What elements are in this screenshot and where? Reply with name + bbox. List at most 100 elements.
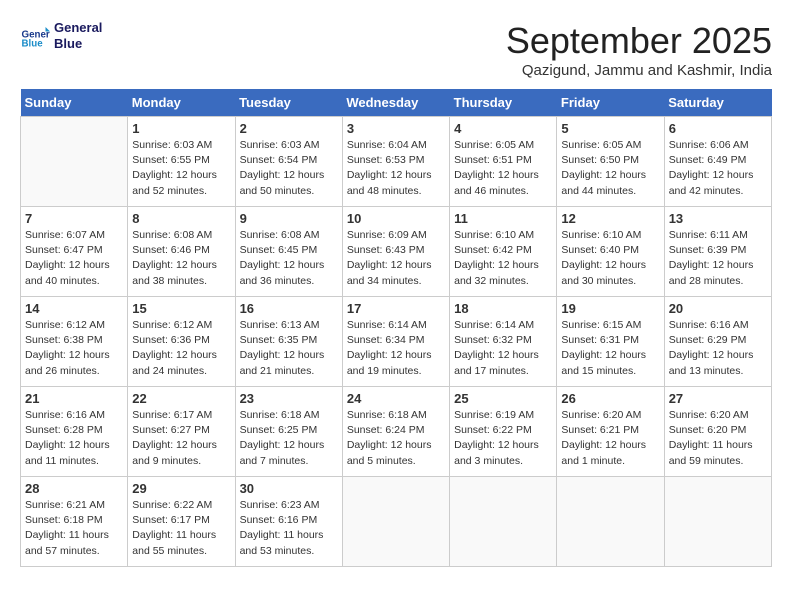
day-info: Sunrise: 6:04 AM Sunset: 6:53 PM Dayligh…: [347, 138, 445, 199]
day-number: 11: [454, 211, 552, 226]
calendar-cell: [342, 477, 449, 567]
day-number: 9: [240, 211, 338, 226]
calendar-week-row: 28Sunrise: 6:21 AM Sunset: 6:18 PM Dayli…: [21, 477, 772, 567]
calendar-cell: 19 Sunrise: 6:15 AM Sunset: 6:31 PM Dayli…: [557, 297, 664, 387]
calendar-cell: 7 Sunrise: 6:07 AM Sunset: 6:47 PM Daylig…: [21, 207, 128, 297]
day-number: 6: [669, 121, 767, 136]
calendar-cell: 1 Sunrise: 6:03 AM Sunset: 6:55 PM Daylig…: [128, 117, 235, 207]
day-number: 20: [669, 301, 767, 316]
calendar-cell: 13 Sunrise: 6:11 AM Sunset: 6:39 PM Dayli…: [664, 207, 771, 297]
calendar-cell: 11 Sunrise: 6:10 AM Sunset: 6:42 PM Dayli…: [450, 207, 557, 297]
calendar-cell: 23 Sunrise: 6:18 AM Sunset: 6:25 PM Dayli…: [235, 387, 342, 477]
day-number: 5: [561, 121, 659, 136]
day-number: 26: [561, 391, 659, 406]
day-info: Sunrise: 6:19 AM Sunset: 6:22 PM Dayligh…: [454, 408, 552, 469]
weekday-header: Thursday: [450, 89, 557, 117]
day-info: Sunrise: 6:07 AM Sunset: 6:47 PM Dayligh…: [25, 228, 123, 289]
calendar-cell: 14Sunrise: 6:12 AM Sunset: 6:38 PM Dayli…: [21, 297, 128, 387]
calendar-cell: 25 Sunrise: 6:19 AM Sunset: 6:22 PM Dayli…: [450, 387, 557, 477]
weekday-header: Tuesday: [235, 89, 342, 117]
day-number: 15: [132, 301, 230, 316]
calendar-cell: 3Sunrise: 6:04 AM Sunset: 6:53 PM Daylig…: [342, 117, 449, 207]
day-info: Sunrise: 6:11 AM Sunset: 6:39 PM Dayligh…: [669, 228, 767, 289]
day-info: Sunrise: 6:12 AM Sunset: 6:36 PM Dayligh…: [132, 318, 230, 379]
day-info: Sunrise: 6:22 AM Sunset: 6:17 PM Dayligh…: [132, 498, 230, 559]
month-title: September 2025: [506, 20, 772, 62]
calendar-cell: 28Sunrise: 6:21 AM Sunset: 6:18 PM Dayli…: [21, 477, 128, 567]
day-info: Sunrise: 6:16 AM Sunset: 6:28 PM Dayligh…: [25, 408, 123, 469]
calendar-cell: [450, 477, 557, 567]
calendar-cell: 5 Sunrise: 6:05 AM Sunset: 6:50 PM Daylig…: [557, 117, 664, 207]
weekday-header: Monday: [128, 89, 235, 117]
day-info: Sunrise: 6:20 AM Sunset: 6:20 PM Dayligh…: [669, 408, 767, 469]
day-info: Sunrise: 6:10 AM Sunset: 6:42 PM Dayligh…: [454, 228, 552, 289]
day-number: 4: [454, 121, 552, 136]
calendar-cell: [664, 477, 771, 567]
day-number: 2: [240, 121, 338, 136]
day-number: 8: [132, 211, 230, 226]
calendar-cell: [557, 477, 664, 567]
calendar-cell: 12 Sunrise: 6:10 AM Sunset: 6:40 PM Dayli…: [557, 207, 664, 297]
day-info: Sunrise: 6:05 AM Sunset: 6:50 PM Dayligh…: [561, 138, 659, 199]
day-number: 28: [25, 481, 123, 496]
day-number: 29: [132, 481, 230, 496]
day-info: Sunrise: 6:12 AM Sunset: 6:38 PM Dayligh…: [25, 318, 123, 379]
day-info: Sunrise: 6:08 AM Sunset: 6:45 PM Dayligh…: [240, 228, 338, 289]
day-number: 23: [240, 391, 338, 406]
day-info: Sunrise: 6:14 AM Sunset: 6:32 PM Dayligh…: [454, 318, 552, 379]
calendar-cell: 10Sunrise: 6:09 AM Sunset: 6:43 PM Dayli…: [342, 207, 449, 297]
svg-text:Blue: Blue: [22, 38, 44, 49]
day-number: 19: [561, 301, 659, 316]
calendar-cell: 9 Sunrise: 6:08 AM Sunset: 6:45 PM Daylig…: [235, 207, 342, 297]
day-number: 21: [25, 391, 123, 406]
logo: General Blue General Blue: [20, 20, 102, 51]
calendar-week-row: 21 Sunrise: 6:16 AM Sunset: 6:28 PM Dayli…: [21, 387, 772, 477]
day-info: Sunrise: 6:18 AM Sunset: 6:25 PM Dayligh…: [240, 408, 338, 469]
title-area: September 2025 Qazigund, Jammu and Kashm…: [506, 20, 772, 79]
logo-line1: General: [54, 20, 102, 36]
calendar-body: 1 Sunrise: 6:03 AM Sunset: 6:55 PM Daylig…: [21, 117, 772, 567]
day-number: 25: [454, 391, 552, 406]
day-info: Sunrise: 6:15 AM Sunset: 6:31 PM Dayligh…: [561, 318, 659, 379]
calendar-cell: 30 Sunrise: 6:23 AM Sunset: 6:16 PM Dayli…: [235, 477, 342, 567]
calendar-cell: 20Sunrise: 6:16 AM Sunset: 6:29 PM Dayli…: [664, 297, 771, 387]
calendar-cell: [21, 117, 128, 207]
calendar-cell: 29 Sunrise: 6:22 AM Sunset: 6:17 PM Dayli…: [128, 477, 235, 567]
day-number: 7: [25, 211, 123, 226]
calendar-week-row: 7 Sunrise: 6:07 AM Sunset: 6:47 PM Daylig…: [21, 207, 772, 297]
day-info: Sunrise: 6:17 AM Sunset: 6:27 PM Dayligh…: [132, 408, 230, 469]
day-number: 27: [669, 391, 767, 406]
calendar-cell: 4 Sunrise: 6:05 AM Sunset: 6:51 PM Daylig…: [450, 117, 557, 207]
calendar-cell: 15 Sunrise: 6:12 AM Sunset: 6:36 PM Dayli…: [128, 297, 235, 387]
calendar-week-row: 14Sunrise: 6:12 AM Sunset: 6:38 PM Dayli…: [21, 297, 772, 387]
calendar-cell: 17 Sunrise: 6:14 AM Sunset: 6:34 PM Dayli…: [342, 297, 449, 387]
day-info: Sunrise: 6:09 AM Sunset: 6:43 PM Dayligh…: [347, 228, 445, 289]
header: General Blue General Blue September 2025…: [20, 20, 772, 79]
day-info: Sunrise: 6:06 AM Sunset: 6:49 PM Dayligh…: [669, 138, 767, 199]
day-number: 13: [669, 211, 767, 226]
day-number: 24: [347, 391, 445, 406]
day-number: 17: [347, 301, 445, 316]
calendar-cell: 24 Sunrise: 6:18 AM Sunset: 6:24 PM Dayli…: [342, 387, 449, 477]
calendar-cell: 8Sunrise: 6:08 AM Sunset: 6:46 PM Daylig…: [128, 207, 235, 297]
day-number: 30: [240, 481, 338, 496]
logo-line2: Blue: [54, 36, 102, 52]
day-number: 18: [454, 301, 552, 316]
calendar-cell: 27 Sunrise: 6:20 AM Sunset: 6:20 PM Dayli…: [664, 387, 771, 477]
day-info: Sunrise: 6:03 AM Sunset: 6:55 PM Dayligh…: [132, 138, 230, 199]
calendar-cell: 2Sunrise: 6:03 AM Sunset: 6:54 PM Daylig…: [235, 117, 342, 207]
calendar-cell: 26 Sunrise: 6:20 AM Sunset: 6:21 PM Dayli…: [557, 387, 664, 477]
weekday-header: Wednesday: [342, 89, 449, 117]
day-info: Sunrise: 6:05 AM Sunset: 6:51 PM Dayligh…: [454, 138, 552, 199]
day-number: 1: [132, 121, 230, 136]
day-number: 22: [132, 391, 230, 406]
day-number: 16: [240, 301, 338, 316]
calendar-table: SundayMondayTuesdayWednesdayThursdayFrid…: [20, 89, 772, 567]
day-number: 12: [561, 211, 659, 226]
day-info: Sunrise: 6:18 AM Sunset: 6:24 PM Dayligh…: [347, 408, 445, 469]
weekday-header: Sunday: [21, 89, 128, 117]
day-info: Sunrise: 6:20 AM Sunset: 6:21 PM Dayligh…: [561, 408, 659, 469]
day-info: Sunrise: 6:14 AM Sunset: 6:34 PM Dayligh…: [347, 318, 445, 379]
day-info: Sunrise: 6:10 AM Sunset: 6:40 PM Dayligh…: [561, 228, 659, 289]
day-info: Sunrise: 6:23 AM Sunset: 6:16 PM Dayligh…: [240, 498, 338, 559]
